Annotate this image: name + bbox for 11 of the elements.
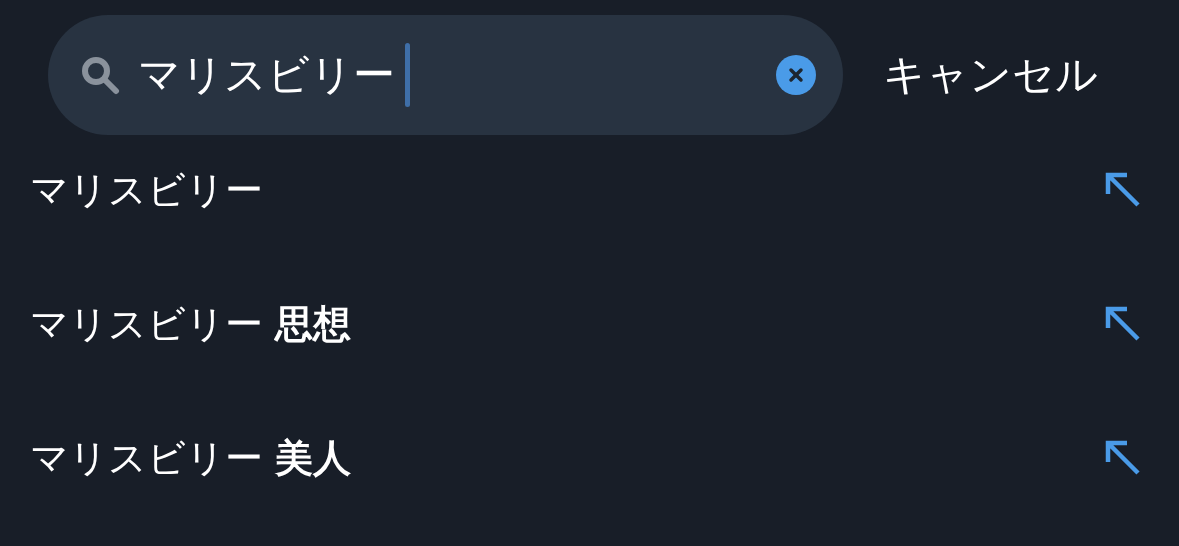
arrow-icon[interactable] bbox=[1105, 440, 1141, 476]
search-field[interactable]: マリスビリー bbox=[48, 15, 843, 135]
search-icon bbox=[80, 55, 120, 95]
cancel-button[interactable]: キャンセル bbox=[883, 15, 1098, 135]
suggestion-item[interactable]: マリスビリー 思想 bbox=[30, 298, 352, 350]
arrow-icon[interactable] bbox=[1105, 306, 1141, 342]
arrow-icon[interactable] bbox=[1105, 172, 1141, 208]
clear-icon[interactable] bbox=[776, 55, 816, 95]
suggestion-item[interactable]: マリスビリー 美人 bbox=[30, 432, 352, 484]
suggestion-item[interactable]: マリスビリー bbox=[30, 164, 263, 216]
search-text: マリスビリー bbox=[138, 49, 395, 101]
